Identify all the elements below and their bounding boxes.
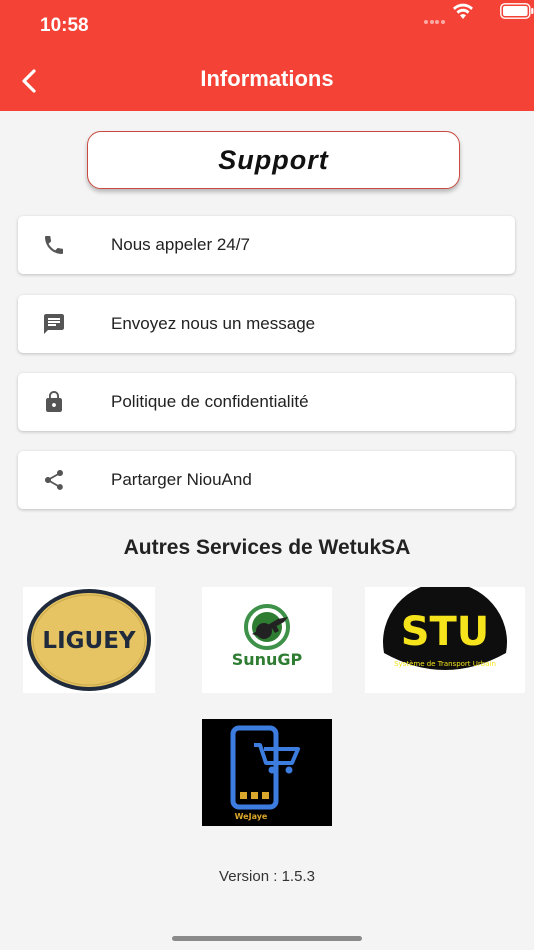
version-label: Version : 1.5.3 [219, 868, 315, 885]
wejaye-logo[interactable]: WeJaye [202, 719, 332, 826]
stu-logo-text: STU [401, 609, 490, 655]
message-icon [44, 314, 64, 334]
status-time: 10:58 [40, 15, 89, 36]
menu-item-label: Nous appeler 24/7 [111, 235, 250, 254]
phone-icon [45, 236, 63, 254]
sunugp-logo-text: SunuGP [232, 650, 303, 669]
share-app-item[interactable]: Partarger NiouAnd [18, 451, 515, 509]
lock-icon [46, 391, 62, 412]
menu-item-label: Politique de confidentialité [111, 392, 309, 411]
ligueye-logo-text: LIGUEY [42, 628, 135, 654]
page-title: Informations [200, 66, 334, 91]
ligueye-logo[interactable]: LIGUEY [23, 587, 155, 693]
menu-item-label: Partarger NiouAnd [111, 470, 252, 489]
battery-icon [500, 3, 534, 19]
stu-logo-subtitle: Système de Transport Urbain [394, 660, 496, 668]
wejaye-logo-text: WeJaye [235, 812, 268, 821]
stu-logo[interactable]: STU Système de Transport Urbain [365, 587, 525, 693]
cellular-signal-icon [424, 11, 446, 24]
app-bar: 10:58 Informations [0, 0, 534, 111]
support-label: Support [218, 144, 329, 175]
services-title: Autres Services de WetukSA [123, 536, 411, 559]
sunugp-logo[interactable]: SunuGP [202, 587, 332, 693]
support-header: Support [87, 131, 460, 189]
wifi-icon [453, 3, 473, 19]
home-indicator [172, 936, 362, 941]
call-support-item[interactable]: Nous appeler 24/7 [18, 216, 515, 274]
privacy-policy-item[interactable]: Politique de confidentialité [18, 373, 515, 431]
menu-item-label: Envoyez nous un message [111, 314, 316, 333]
send-message-item[interactable]: Envoyez nous un message [18, 295, 515, 353]
share-icon [45, 470, 63, 490]
